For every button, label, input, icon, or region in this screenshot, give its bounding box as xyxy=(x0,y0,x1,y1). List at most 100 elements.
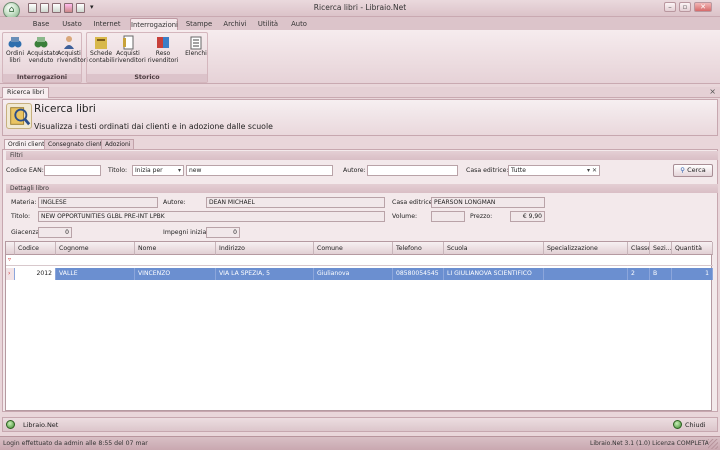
power-icon xyxy=(673,420,682,429)
giacenza-field: 0 xyxy=(38,227,72,238)
cell-telefono[interactable]: 08580054545 xyxy=(393,268,444,280)
titolo-detail-label: Titolo: xyxy=(11,213,31,220)
cell-nome[interactable]: VINCENZO xyxy=(135,268,216,280)
cell-cognome[interactable]: VALLE xyxy=(56,268,135,280)
results-grid[interactable]: Codice Cognome Nome Indirizzo Comune Tel… xyxy=(5,241,713,411)
cerca-button[interactable]: ⚲ Cerca xyxy=(673,164,713,177)
col-sezione[interactable]: Sezi... xyxy=(650,242,672,255)
ordini-libri-label2: libri xyxy=(9,56,21,64)
autore-filter-input[interactable] xyxy=(367,165,458,176)
group-storico-label: Storico xyxy=(87,74,207,82)
tab-stampe[interactable]: Stampe xyxy=(181,18,217,30)
ledger-icon xyxy=(95,37,107,49)
document-tab-strip: Ricerca libri × xyxy=(0,87,720,98)
tab-usato[interactable]: Usato xyxy=(57,18,87,30)
cell-indirizzo[interactable]: VIA LA SPEZIA, 5 xyxy=(216,268,314,280)
tab-consegnato-clienti[interactable]: Consegnato clienti xyxy=(44,139,108,149)
cerca-label: Cerca xyxy=(687,166,706,174)
filtri-section-header: Filtri xyxy=(6,151,718,160)
casa-editrice-select[interactable]: Tutte ▾ ✕ xyxy=(508,165,600,176)
binoculars-icon xyxy=(8,37,22,48)
acquistato-venduto-button[interactable]: Acquistato venduto xyxy=(27,35,59,64)
titolo-input[interactable]: new xyxy=(186,165,333,176)
volume-field xyxy=(431,211,465,222)
materia-field: INGLESE xyxy=(38,197,158,208)
power-icon[interactable] xyxy=(6,420,15,429)
ribbon: Ordini libri Acquistato venduto Acquisti… xyxy=(0,30,720,84)
dettagli-section-header: Dettagli libro xyxy=(6,184,718,193)
prezzo-field: € 9,90 xyxy=(510,211,545,222)
volume-label: Volume: xyxy=(392,213,418,220)
materia-label: Materia: xyxy=(11,199,37,206)
resize-grip-icon[interactable] xyxy=(708,439,718,449)
col-quantita[interactable]: Quantità xyxy=(672,242,713,255)
filter-row-icon: ▿ xyxy=(8,256,12,263)
cell-classe[interactable]: 2 xyxy=(628,268,650,280)
tab-base[interactable]: Base xyxy=(26,18,56,30)
chevron-down-icon: ▾ xyxy=(586,167,590,174)
col-scuola[interactable]: Scuola xyxy=(444,242,544,255)
titolo-mode-select[interactable]: Inizia per ▾ xyxy=(132,165,184,176)
window-title: Ricerca libri - Libraio.Net xyxy=(313,3,407,12)
page-header: Ricerca libri Visualizza i testi ordinat… xyxy=(2,99,718,136)
maximize-button[interactable]: ▫ xyxy=(679,2,691,12)
status-login-text: Login effettuato da admin alle 8:55 del … xyxy=(3,440,148,447)
elenchi-button[interactable]: Elenchi xyxy=(185,35,207,58)
tab-adozioni[interactable]: Adozioni xyxy=(101,139,135,149)
tab-internet[interactable]: Internet xyxy=(88,18,126,30)
table-row[interactable]: › 2012 VALLE VINCENZO VIA LA SPEZIA, 5 G… xyxy=(6,268,713,280)
col-classe[interactable]: Classe xyxy=(628,242,650,255)
cell-quantita[interactable]: 1 xyxy=(672,268,713,280)
book-search-icon xyxy=(6,103,32,129)
titolo-mode-value: Inizia per xyxy=(135,167,163,174)
grid-corner xyxy=(6,242,15,255)
cell-sezione[interactable]: B xyxy=(650,268,672,280)
titolo-label: Titolo: xyxy=(108,167,128,174)
titolo-detail-field: NEW OPPORTUNITIES GLBL PRE-INT LPBK xyxy=(38,211,385,222)
impegni-label: Impegni iniziali: xyxy=(163,229,212,236)
footer-app-label: Libraio.Net xyxy=(23,421,59,429)
chiudi-button[interactable]: Chiudi xyxy=(673,419,717,431)
col-cognome[interactable]: Cognome xyxy=(56,242,135,255)
cell-comune[interactable]: Giulianova xyxy=(314,268,393,280)
close-window-button[interactable]: ✕ xyxy=(694,2,712,12)
ordini-libri-button[interactable]: Ordini libri xyxy=(5,35,25,64)
cell-specializzazione[interactable] xyxy=(544,268,628,280)
casa-editrice-detail-label: Casa editrice: xyxy=(392,199,435,206)
cell-scuola[interactable]: LI GIULIANOVA SCIENTIFICO xyxy=(444,268,544,280)
col-nome[interactable]: Nome xyxy=(135,242,216,255)
document-tab-ricerca-libri[interactable]: Ricerca libri xyxy=(2,87,50,98)
reso-rivenditori-label: Reso rivenditori xyxy=(147,50,179,64)
row-selector-icon[interactable]: › xyxy=(6,268,15,280)
reso-rivenditori-button[interactable]: Reso rivenditori xyxy=(143,35,183,64)
col-indirizzo[interactable]: Indirizzo xyxy=(216,242,314,255)
minimize-button[interactable]: – xyxy=(664,2,676,12)
col-comune[interactable]: Comune xyxy=(314,242,393,255)
autore-detail-field: DEAN MICHAEL xyxy=(206,197,385,208)
ean-input[interactable] xyxy=(44,165,101,176)
tab-interrogazioni[interactable]: Interrogazioni xyxy=(130,18,178,30)
clear-icon[interactable]: ✕ xyxy=(592,166,597,175)
tab-archivi[interactable]: Archivi xyxy=(219,18,251,30)
status-bar: Login effettuato da admin alle 8:55 del … xyxy=(0,436,720,450)
elenchi-label: Elenchi xyxy=(185,50,207,57)
tab-auto[interactable]: Auto xyxy=(285,18,313,30)
grid-filter-row[interactable]: ▿ xyxy=(6,255,713,266)
chevron-down-icon: ▾ xyxy=(177,167,181,174)
acquisti-rivenditori-storico-button[interactable]: Acquisti rivenditori xyxy=(115,35,146,64)
close-document-icon[interactable]: × xyxy=(709,87,716,97)
schede-contabili-button[interactable]: Schede contabili xyxy=(89,35,115,64)
col-telefono[interactable]: Telefono xyxy=(393,242,444,255)
col-specializzazione[interactable]: Specializzazione xyxy=(544,242,628,255)
tab-utilita[interactable]: Utilità xyxy=(253,18,283,30)
group-interrogazioni: Ordini libri Acquistato venduto Acquisti… xyxy=(2,32,88,83)
acquisti-rivenditori-storico-label2: rivenditori xyxy=(115,56,146,64)
binoculars-chart-icon xyxy=(34,37,48,48)
autore-detail-label: Autore: xyxy=(163,199,186,206)
acquisti-rivenditori-label2: rivenditori xyxy=(57,56,88,64)
cell-codice[interactable]: 2012 xyxy=(15,268,56,280)
page-title: Ricerca libri xyxy=(34,103,96,115)
chiudi-label: Chiudi xyxy=(685,421,706,429)
col-codice[interactable]: Codice xyxy=(15,242,56,255)
acquisti-rivenditori-button[interactable]: Acquisti rivenditori xyxy=(57,35,88,64)
